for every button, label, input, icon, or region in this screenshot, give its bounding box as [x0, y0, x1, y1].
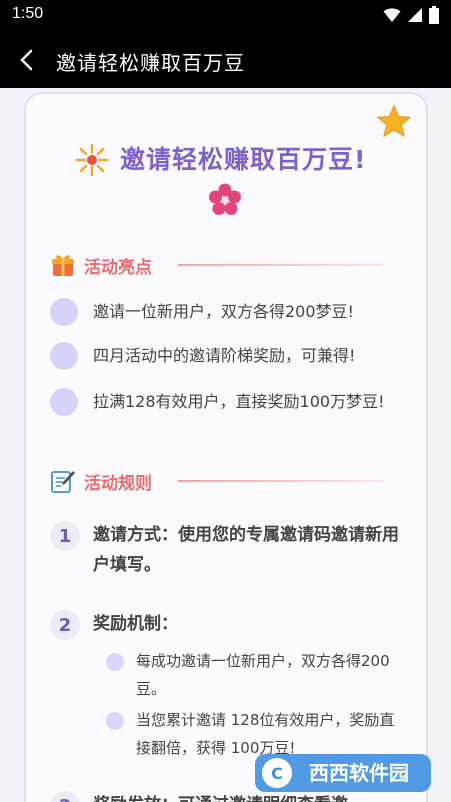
rule-number: 3 — [50, 791, 80, 802]
rule-number: 2 — [50, 610, 80, 640]
rule-sub-item: 每成功邀请一位新用户，双方各得200 豆。 — [106, 647, 406, 703]
svg-text:C: C — [271, 764, 283, 783]
sparkle-icon — [75, 143, 109, 177]
highlight-item: 四月活动中的邀请阶梯奖励，可兼得! — [50, 342, 390, 370]
section-rules-title: 活动规则 — [84, 473, 152, 494]
notepad-pen-icon — [51, 471, 75, 493]
app-bar: 邀请轻松赚取百万豆 — [0, 32, 451, 88]
bullet-dot — [50, 298, 78, 326]
rule-sub-text: 每成功邀请一位新用户，双方各得200 豆。 — [136, 652, 390, 698]
highlight-item: 邀请一位新用户，双方各得200梦豆! — [50, 298, 390, 326]
highlight-text: 四月活动中的邀请阶梯奖励，可兼得! — [93, 346, 356, 365]
page-title: 邀请轻松赚取百万豆 — [56, 51, 245, 75]
svg-text:西西软件园: 西西软件园 — [309, 761, 409, 785]
signal-icon — [408, 8, 422, 22]
status-bar: 1:50 — [0, 0, 451, 32]
back-arrow-icon — [20, 49, 33, 71]
back-button[interactable] — [10, 44, 42, 76]
battery-icon — [429, 6, 439, 24]
sub-bullet-dot — [106, 712, 124, 730]
headline: 邀请轻松赚取百万豆! — [120, 145, 367, 174]
section-highlights-header: 活动亮点 — [50, 251, 152, 279]
star-icon — [376, 104, 412, 138]
bullet-dot — [50, 388, 78, 416]
highlight-item: 拉满128有效用户，直接奖励100万梦豆! — [50, 388, 390, 416]
section-highlights-title: 活动亮点 — [84, 257, 152, 278]
section-divider — [178, 264, 383, 266]
flower-icon — [209, 183, 241, 215]
gift-icon — [52, 255, 74, 276]
section-rules-header: 活动规则 — [50, 467, 152, 495]
rule-text: 邀请方式：使用您的专属邀请码邀请新用户填写。 — [93, 525, 399, 575]
sub-bullet-dot — [106, 653, 124, 671]
site-watermark-logo: C 西西软件园 — [255, 754, 431, 792]
highlight-text: 邀请一位新用户，双方各得200梦豆! — [93, 302, 354, 321]
rule-text: 奖励机制： — [93, 614, 178, 634]
wifi-icon — [383, 8, 401, 22]
rule-item: 1 邀请方式：使用您的专属邀请码邀请新用户填写。 — [50, 520, 400, 580]
bullet-dot — [50, 342, 78, 370]
section-divider — [178, 480, 383, 482]
status-icons — [383, 6, 439, 24]
highlight-text: 拉满128有效用户，直接奖励100万梦豆! — [93, 392, 385, 411]
rule-number: 1 — [50, 521, 80, 551]
status-time: 1:50 — [12, 5, 44, 22]
rule-item: 2 奖励机制： — [50, 609, 400, 640]
